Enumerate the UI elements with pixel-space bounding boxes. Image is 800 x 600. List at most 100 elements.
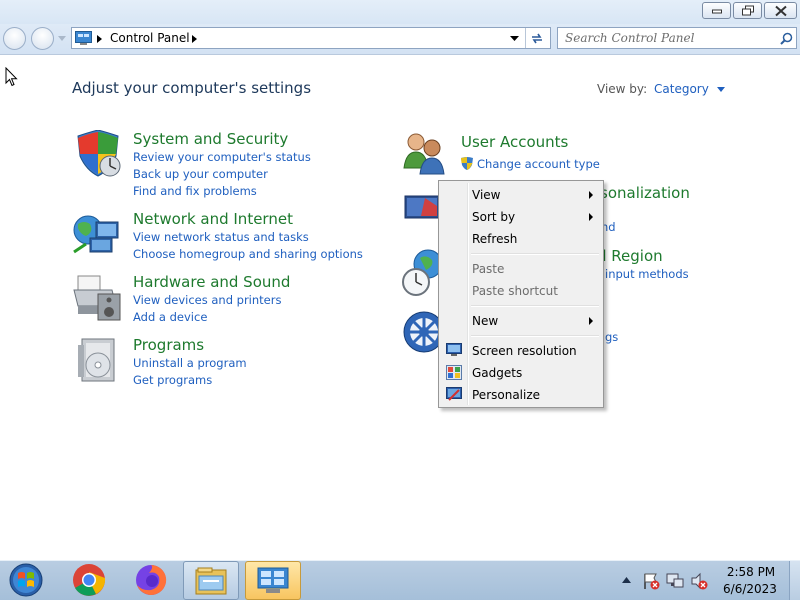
menu-item-refresh[interactable]: Refresh (441, 228, 601, 250)
category-title-user-accounts[interactable]: User Accounts (461, 133, 568, 151)
view-by-chevron-icon[interactable] (716, 87, 725, 92)
forward-button[interactable] (31, 27, 54, 50)
minimize-button[interactable] (702, 2, 731, 19)
address-bar[interactable]: Control Panel (71, 27, 551, 49)
link-devices-printers[interactable]: View devices and printers (133, 293, 281, 307)
user-accounts-icon[interactable] (402, 130, 450, 176)
mouse-cursor-icon (5, 67, 18, 87)
category-title-programs[interactable]: Programs (133, 336, 204, 354)
start-orb-icon (9, 563, 43, 597)
personalize-icon (446, 387, 462, 401)
menu-item-label: Paste shortcut (472, 284, 558, 298)
link-find-fix-problems[interactable]: Find and fix problems (133, 184, 257, 198)
view-by-label: View by: (597, 82, 648, 96)
menu-item-paste-shortcut[interactable]: Paste shortcut (441, 280, 601, 302)
menu-item-paste[interactable]: Paste (441, 258, 601, 280)
menu-item-label: New (472, 314, 499, 328)
address-divider (525, 28, 526, 48)
gadgets-icon (446, 365, 462, 380)
link-homegroup-sharing[interactable]: Choose homegroup and sharing options (133, 247, 363, 261)
taskbar (0, 560, 800, 600)
submenu-arrow-icon (589, 317, 593, 325)
menu-item-view[interactable]: View (441, 184, 601, 206)
taskbar-chrome[interactable] (62, 561, 118, 600)
back-button[interactable] (3, 27, 26, 50)
link-network-status[interactable]: View network status and tasks (133, 230, 309, 244)
menu-item-new[interactable]: New (441, 310, 601, 332)
close-icon (774, 5, 787, 16)
breadcrumb-chevron-icon[interactable] (192, 35, 197, 43)
menu-item-label: Screen resolution (472, 344, 577, 358)
menu-item-gadgets[interactable]: Gadgets (441, 362, 601, 384)
view-by-value[interactable]: Category (654, 82, 709, 96)
category-title-system-and-security[interactable]: System and Security (133, 130, 288, 148)
close-button[interactable] (764, 2, 797, 19)
chrome-icon (73, 564, 106, 596)
clock-date[interactable]: 6/6/2023 (720, 582, 780, 596)
menu-item-sort-by[interactable]: Sort by (441, 206, 601, 228)
taskbar-firefox[interactable] (124, 561, 180, 600)
menu-separator (471, 253, 599, 255)
link-ease-access-partial[interactable]: gs (605, 330, 618, 344)
category-title-region-partial[interactable]: d Region (597, 247, 663, 265)
network-status-icon[interactable] (666, 572, 684, 590)
refresh-icon[interactable] (529, 31, 545, 45)
show-desktop-button[interactable] (789, 561, 800, 600)
desktop-context-menu: View Sort by Refresh Paste Paste shortcu… (438, 180, 604, 408)
breadcrumb-separator-icon (97, 35, 102, 43)
action-center-flag-icon[interactable] (642, 572, 660, 590)
category-title-personalization-partial[interactable]: sonalization (600, 184, 690, 202)
link-uninstall-program[interactable]: Uninstall a program (133, 356, 247, 370)
file-explorer-icon (195, 567, 227, 595)
link-change-account-type[interactable]: Change account type (477, 157, 600, 171)
breadcrumb-control-panel[interactable]: Control Panel (110, 31, 190, 45)
menu-separator (471, 335, 599, 337)
control-panel-small-icon (75, 31, 92, 45)
clock-language-region-icon[interactable] (402, 248, 440, 298)
taskbar-control-panel[interactable] (245, 561, 301, 600)
category-title-hardware-and-sound[interactable]: Hardware and Sound (133, 273, 290, 291)
start-button[interactable] (4, 561, 48, 600)
navigation-bar: Control Panel (0, 24, 800, 55)
submenu-arrow-icon (589, 213, 593, 221)
uac-shield-icon (461, 157, 473, 170)
menu-separator (471, 305, 599, 307)
network-globe-icon[interactable] (72, 212, 122, 258)
control-panel-icon (257, 567, 289, 593)
submenu-arrow-icon (589, 191, 593, 199)
screen-resolution-icon (446, 343, 462, 356)
minimize-icon (711, 9, 722, 13)
menu-item-label: Personalize (472, 388, 541, 402)
restore-icon (741, 5, 754, 15)
menu-item-label: Sort by (472, 210, 516, 224)
link-add-device[interactable]: Add a device (133, 310, 207, 324)
link-back-up[interactable]: Back up your computer (133, 167, 268, 181)
menu-item-screen-resolution[interactable]: Screen resolution (441, 340, 601, 362)
volume-muted-icon[interactable] (690, 572, 708, 590)
search-icon[interactable] (780, 32, 793, 45)
recent-pages-chevron-icon[interactable] (58, 36, 66, 41)
search-box[interactable] (557, 27, 797, 49)
view-by-dropdown[interactable]: Category (654, 82, 725, 96)
category-title-network-and-internet[interactable]: Network and Internet (133, 210, 293, 228)
link-get-programs[interactable]: Get programs (133, 373, 212, 387)
window-title-bar (0, 0, 800, 24)
menu-item-label: View (472, 188, 501, 202)
printer-hardware-icon[interactable] (72, 272, 122, 322)
menu-item-personalize[interactable]: Personalize (441, 384, 601, 406)
link-review-status[interactable]: Review your computer's status (133, 150, 311, 164)
menu-item-label: Paste (472, 262, 505, 276)
show-hidden-icons-icon[interactable] (622, 577, 631, 583)
firefox-icon (136, 564, 167, 595)
menu-item-label: Refresh (472, 232, 518, 246)
address-dropdown-icon[interactable] (510, 36, 519, 41)
menu-item-label: Gadgets (472, 366, 523, 380)
clock-time[interactable]: 2:58 PM (726, 565, 776, 579)
search-input[interactable] (558, 28, 775, 48)
taskbar-file-explorer[interactable] (183, 561, 239, 600)
restore-button[interactable] (733, 2, 762, 19)
appearance-monitor-icon[interactable] (403, 192, 439, 226)
programs-box-icon[interactable] (76, 337, 122, 385)
link-input-methods-partial[interactable]: input methods (605, 267, 689, 281)
system-security-shield-icon[interactable] (74, 130, 122, 178)
